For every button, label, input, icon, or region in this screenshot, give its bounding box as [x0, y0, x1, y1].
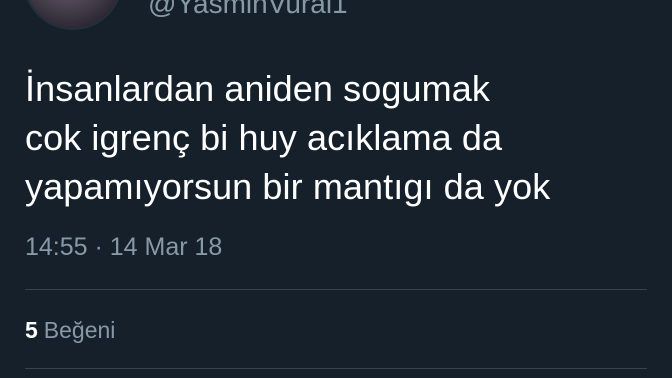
tweet-text-line: cok igrenç bi huy acıklama da — [25, 117, 503, 158]
divider — [25, 289, 647, 290]
tweet-text: İnsanlardan aniden sogumak cok igrenç bi… — [25, 64, 655, 211]
likes-stat[interactable]: 5 Beğeni — [25, 317, 115, 344]
tweet-text-line: İnsanlardan aniden sogumak — [25, 68, 490, 109]
avatar[interactable] — [23, 0, 123, 30]
author-handle[interactable]: @YasminVural1 — [148, 0, 348, 20]
like-count: 5 — [25, 317, 38, 343]
divider — [25, 368, 647, 369]
like-label: Beğeni — [43, 317, 116, 343]
tweet-timestamp[interactable]: 14:55 · 14 Mar 18 — [25, 233, 222, 262]
tweet-text-line: yapamıyorsun bir mantıgı da yok — [25, 166, 551, 207]
